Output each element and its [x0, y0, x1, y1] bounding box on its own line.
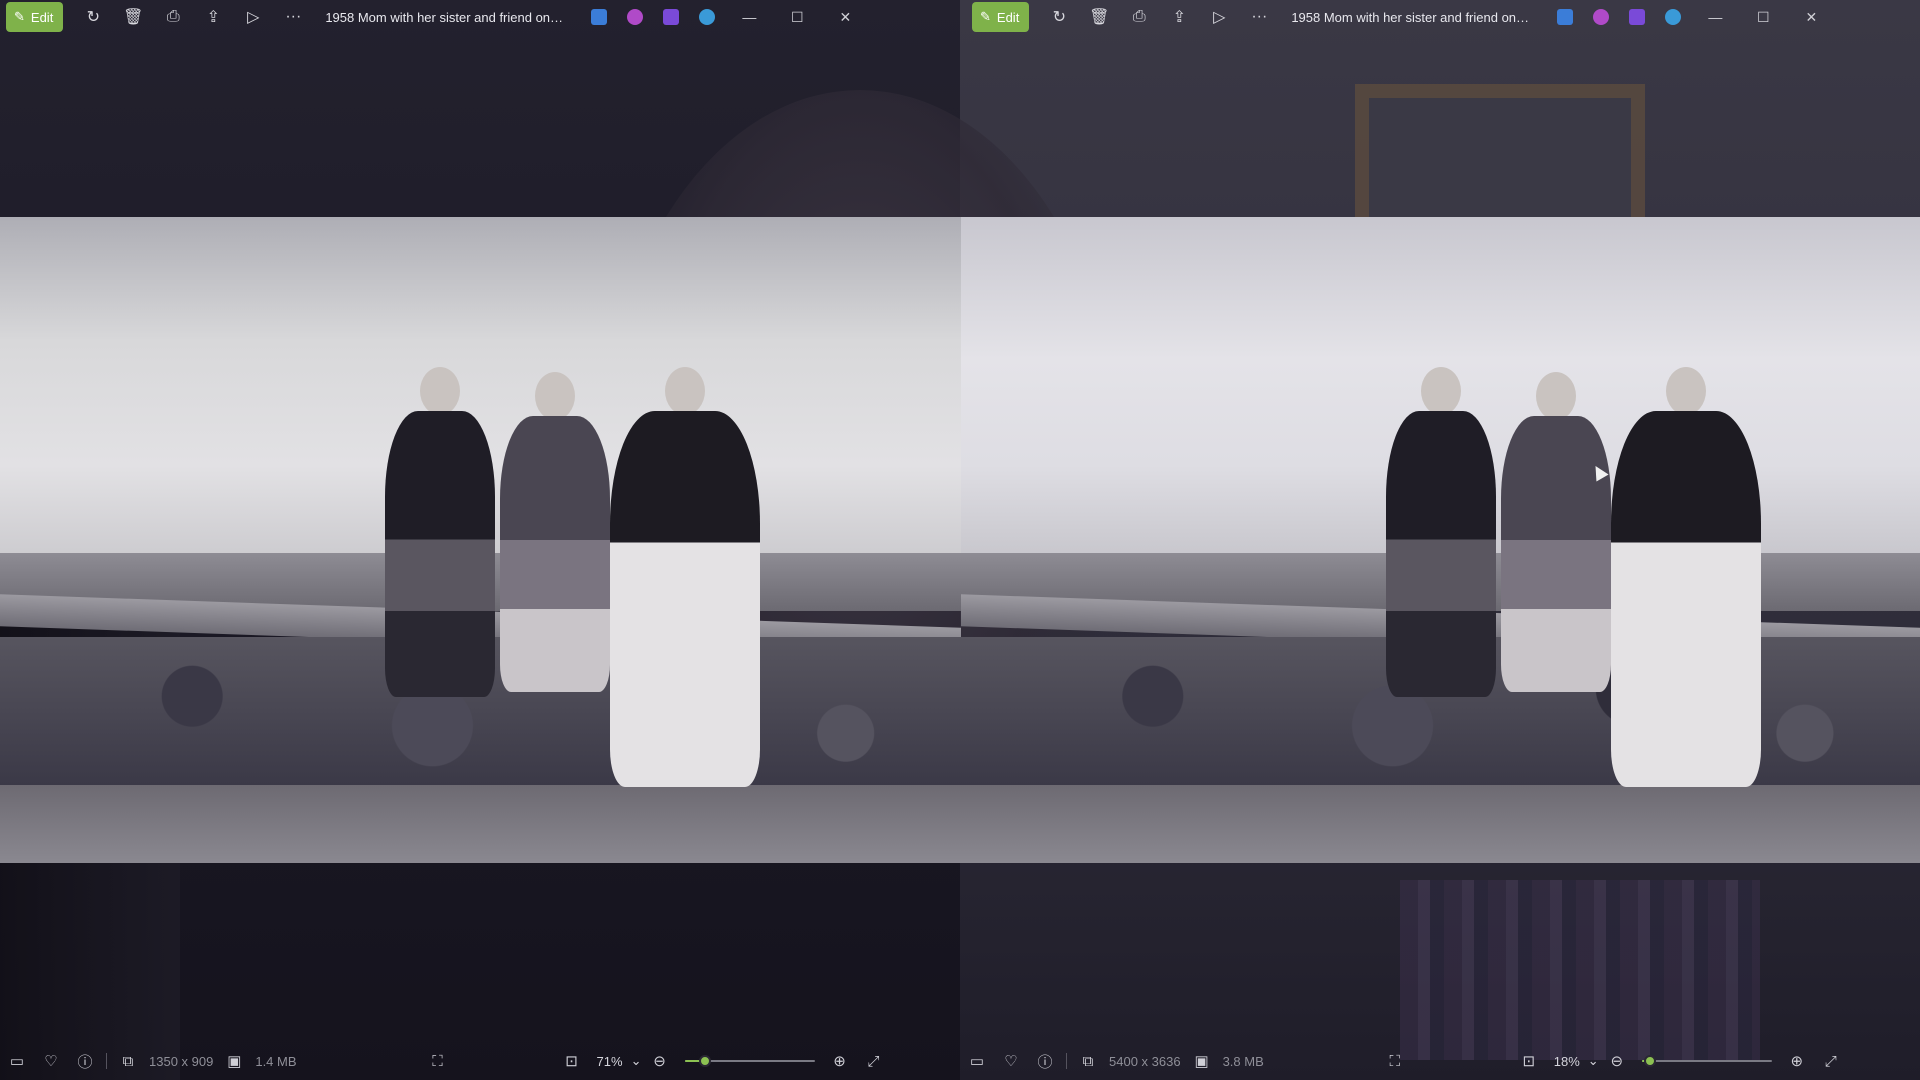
chevron-down-icon: ⌄ [1587, 1053, 1599, 1068]
zoom-level: 18% [1553, 1053, 1580, 1069]
zoom-level-dropdown[interactable]: 71% ⌄ [597, 1053, 643, 1069]
fit-to-window-icon[interactable]: ⛶ [421, 1045, 455, 1077]
maximize-icon[interactable]: ☐ [773, 0, 821, 34]
delete-icon[interactable]: 🗑 [1079, 0, 1119, 34]
photo-person-2 [500, 372, 610, 692]
filmstrip-icon[interactable]: ▭ [0, 1045, 34, 1077]
zoom-out-icon[interactable]: ⊖ [1600, 1045, 1634, 1077]
edit-label: Edit [996, 9, 1020, 25]
left-window-toolbar: ✎ Edit ↻ 🗑 ⎙ ⇪ ▷ ··· 1958 Mom with her s… [0, 0, 960, 34]
fullscreen-icon[interactable]: ⤢ [1814, 1045, 1848, 1077]
app-shortcut-icon-2[interactable] [617, 0, 653, 34]
filmstrip-icon[interactable]: ▭ [960, 1045, 994, 1077]
app-shortcut-icon-3[interactable] [1619, 0, 1655, 34]
divider [1066, 1053, 1067, 1069]
zoom-level-dropdown[interactable]: 18% ⌄ [1554, 1053, 1600, 1069]
file-size: 1.4 MB [255, 1053, 297, 1069]
dimensions-icon: ⧉ [1082, 1052, 1094, 1070]
print-icon[interactable]: ⎙ [153, 0, 193, 34]
actual-size-icon[interactable]: ⊡ [555, 1045, 589, 1077]
more-options-icon[interactable]: ··· [273, 0, 313, 34]
chevron-down-icon: ⌄ [630, 1053, 642, 1068]
maximize-icon[interactable]: ☐ [1739, 0, 1787, 34]
close-icon[interactable]: ✕ [821, 0, 869, 34]
edit-button[interactable]: ✎ Edit [972, 2, 1030, 32]
minimize-icon[interactable]: — [725, 0, 773, 34]
zoom-in-icon[interactable]: ⊕ [1780, 1045, 1814, 1077]
photo-person-2 [1501, 372, 1611, 692]
edit-label: Edit [30, 9, 54, 25]
image-dimensions: 1350 x 909 [149, 1053, 214, 1069]
fit-to-window-icon[interactable]: ⛶ [1378, 1045, 1412, 1077]
left-status-bar: ▭ ♡ ⓘ ⧉ 1350 x 909 ▣ 1.4 MB ⛶ ⊡ 71% ⌄ ⊖ … [0, 1045, 960, 1077]
app-shortcut-icon-1[interactable] [581, 0, 617, 34]
zoom-slider[interactable] [684, 1053, 815, 1069]
photo-person-3 [610, 367, 760, 787]
edit-icon: ✎ [14, 9, 25, 24]
slideshow-icon[interactable]: ▷ [233, 0, 273, 34]
rotate-icon[interactable]: ↻ [1039, 0, 1079, 34]
slideshow-icon[interactable]: ▷ [1199, 0, 1239, 34]
edit-button[interactable]: ✎ Edit [6, 2, 64, 32]
rotate-icon[interactable]: ↻ [73, 0, 113, 34]
app-shortcut-icon-1[interactable] [1547, 0, 1583, 34]
fullscreen-icon[interactable]: ⤢ [857, 1045, 891, 1077]
actual-size-icon[interactable]: ⊡ [1512, 1045, 1546, 1077]
more-options-icon[interactable]: ··· [1239, 0, 1279, 34]
photo-person-1 [385, 367, 495, 697]
zoom-level: 71% [596, 1053, 623, 1069]
zoom-in-icon[interactable]: ⊕ [823, 1045, 857, 1077]
photo-person-1 [1386, 367, 1496, 697]
left-photo-viewer[interactable] [0, 217, 961, 863]
divider [106, 1053, 107, 1069]
window-title: 1958 Mom with her sister and friend on R… [1291, 9, 1532, 25]
app-shortcut-icon-4[interactable] [689, 0, 725, 34]
right-status-bar: ▭ ♡ ⓘ ⧉ 5400 x 3636 ▣ 3.8 MB ⛶ ⊡ 18% ⌄ ⊖… [960, 1045, 1920, 1077]
window-title: 1958 Mom with her sister and friend on R… [325, 9, 566, 25]
share-icon[interactable]: ⇪ [193, 0, 233, 34]
file-size: 3.8 MB [1222, 1053, 1264, 1069]
image-dimensions: 5400 x 3636 [1109, 1053, 1181, 1069]
zoom-slider-thumb[interactable] [698, 1055, 711, 1067]
close-icon[interactable]: ✕ [1787, 0, 1835, 34]
bookshelf [1400, 880, 1760, 1060]
print-icon[interactable]: ⎙ [1119, 0, 1159, 34]
app-shortcut-icon-4[interactable] [1655, 0, 1691, 34]
zoom-out-icon[interactable]: ⊖ [643, 1045, 677, 1077]
delete-icon[interactable]: 🗑 [113, 0, 153, 34]
zoom-slider-thumb[interactable] [1644, 1055, 1657, 1067]
favorite-icon[interactable]: ♡ [34, 1045, 68, 1077]
info-icon[interactable]: ⓘ [68, 1045, 102, 1077]
app-shortcut-icon-3[interactable] [653, 0, 689, 34]
minimize-icon[interactable]: — [1691, 0, 1739, 34]
edit-icon: ✎ [980, 9, 991, 24]
file-size-icon: ▣ [1194, 1053, 1209, 1070]
file-size-icon: ▣ [227, 1053, 242, 1070]
favorite-icon[interactable]: ♡ [994, 1045, 1028, 1077]
right-window-toolbar: ✎ Edit ↻ 🗑 ⎙ ⇪ ▷ ··· 1958 Mom with her s… [966, 0, 1920, 34]
info-icon[interactable]: ⓘ [1028, 1045, 1062, 1077]
share-icon[interactable]: ⇪ [1159, 0, 1199, 34]
right-photo-viewer[interactable] [961, 217, 1920, 863]
zoom-slider[interactable] [1641, 1053, 1772, 1069]
dimensions-icon: ⧉ [122, 1052, 134, 1070]
photo-person-3 [1611, 367, 1761, 787]
app-shortcut-icon-2[interactable] [1583, 0, 1619, 34]
